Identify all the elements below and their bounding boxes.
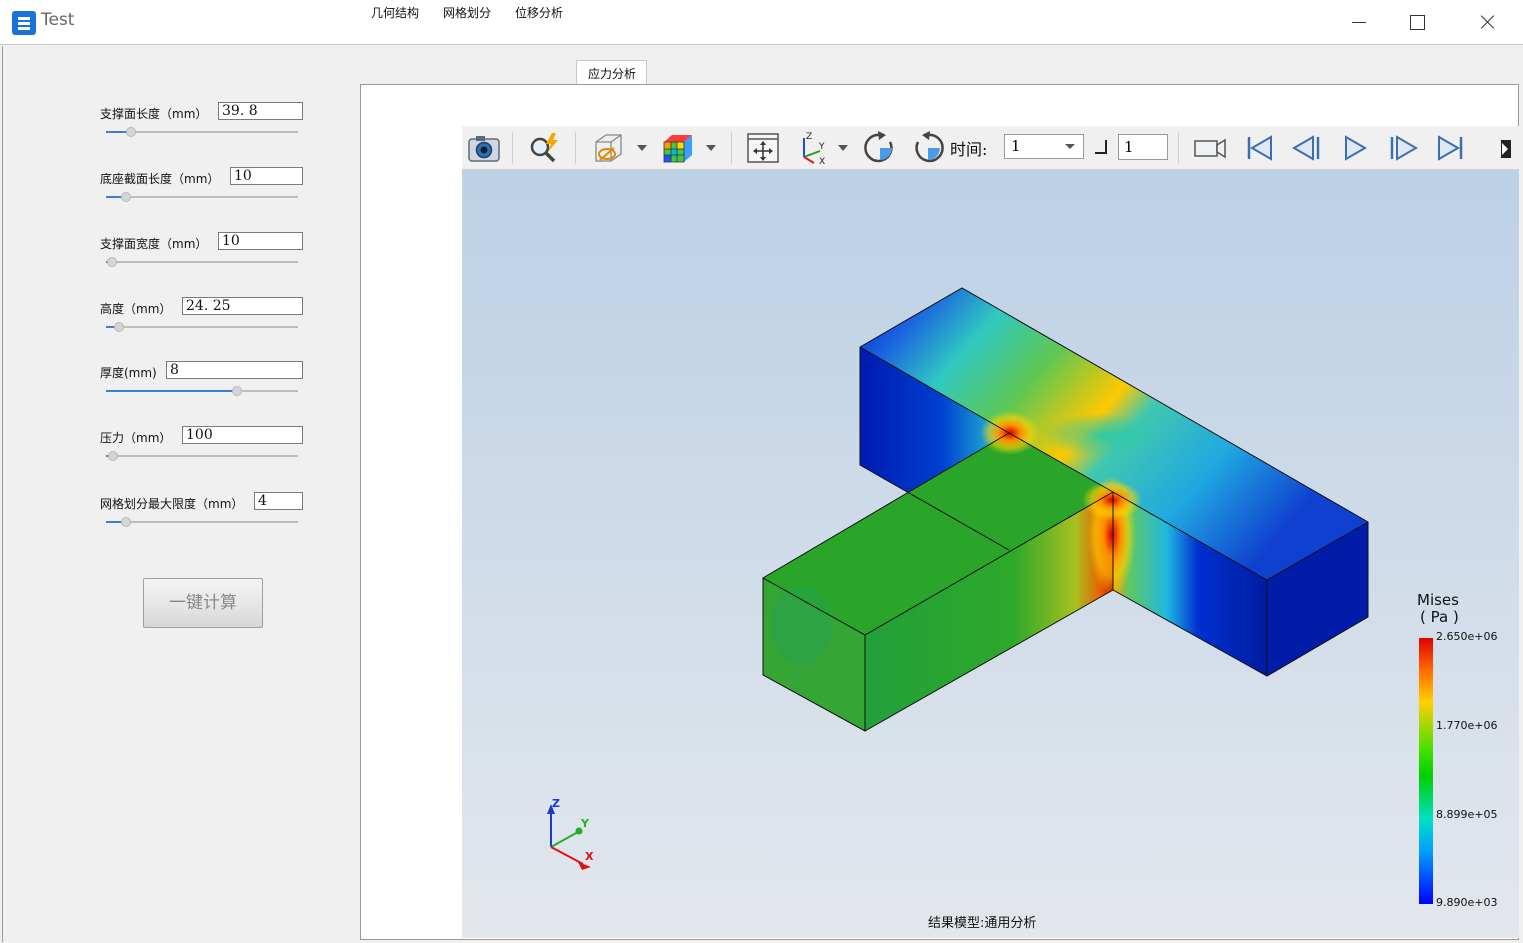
color-scale-bar xyxy=(1419,638,1433,904)
toolbar-overflow-icon[interactable] xyxy=(1497,130,1513,166)
tab-mesh[interactable]: 网格划分 xyxy=(443,0,491,24)
legend-unit: ( Pa ) xyxy=(1420,608,1459,626)
slider-thumb[interactable] xyxy=(121,517,131,527)
prev-frame-icon[interactable] xyxy=(1289,130,1325,166)
support-width-slider[interactable] xyxy=(106,257,298,267)
param-label: 底座截面长度（mm） xyxy=(100,172,220,186)
axis-z-label: Z xyxy=(552,797,560,810)
svg-text:X: X xyxy=(819,157,825,166)
thickness-input[interactable]: 8 xyxy=(166,361,303,379)
height-input[interactable]: 24. 25 xyxy=(182,297,303,315)
legend-tick-max: 2.650e+06 xyxy=(1436,630,1498,643)
frame-spinbox[interactable]: 1 xyxy=(1118,134,1168,160)
mesh-max-input[interactable]: 4 xyxy=(254,492,303,510)
axis-x-label: X xyxy=(585,850,594,863)
result-model-status: 结果模型:通用分析 xyxy=(928,916,1037,931)
play-icon[interactable] xyxy=(1337,130,1373,166)
next-frame-icon[interactable] xyxy=(1385,130,1421,166)
viewer-toolbar: ZYX xyxy=(462,126,1519,170)
tab-displacement[interactable]: 位移分析 xyxy=(515,0,563,24)
axis-triad-icon: Z Y X xyxy=(547,797,594,870)
one-click-calculate-button[interactable]: 一键计算 xyxy=(143,578,263,628)
slider-thumb[interactable] xyxy=(114,322,124,332)
slider-thumb[interactable] xyxy=(232,386,242,396)
legend-tick: 8.899e+05 xyxy=(1436,808,1498,821)
legend-tick-min: 9.890e+03 xyxy=(1436,896,1498,909)
tab-stress[interactable]: 应力分析 xyxy=(576,60,647,85)
param-support-width: 支撑面宽度（mm） 10 xyxy=(100,232,305,277)
time-label: 时间: xyxy=(950,140,988,159)
app-logo-icon xyxy=(12,11,36,35)
param-label: 厚度(mm) xyxy=(100,366,157,380)
first-frame-icon[interactable] xyxy=(1241,130,1277,166)
support-width-input[interactable]: 10 xyxy=(218,232,303,250)
param-label: 支撑面宽度（mm） xyxy=(100,237,208,251)
last-frame-icon[interactable] xyxy=(1433,130,1469,166)
window-title: Test xyxy=(41,10,75,30)
video-record-icon[interactable] xyxy=(1192,130,1228,166)
axis-y-label: Y xyxy=(580,817,590,830)
param-support-length: 支撑面长度（mm） 39. 8 xyxy=(100,102,305,147)
maximize-button[interactable] xyxy=(1402,8,1432,36)
slider-thumb[interactable] xyxy=(107,257,117,267)
minimize-button[interactable] xyxy=(1344,8,1374,36)
base-length-input[interactable]: 10 xyxy=(230,167,303,185)
param-mesh-max: 网格划分最大限度（mm） 4 xyxy=(100,492,305,537)
fit-view-icon[interactable] xyxy=(745,130,781,166)
legend-tick: 1.770e+06 xyxy=(1436,719,1498,732)
support-length-slider[interactable] xyxy=(106,127,298,137)
rotate-ccw-icon[interactable] xyxy=(910,130,946,166)
query-icon[interactable] xyxy=(526,130,562,166)
param-height: 高度（mm） 24. 25 xyxy=(100,297,305,342)
3d-viewport[interactable]: Z Y X xyxy=(462,170,1519,938)
chevron-down-icon[interactable] xyxy=(706,145,716,151)
thickness-slider[interactable] xyxy=(106,386,298,396)
axis-view-icon[interactable]: ZYX xyxy=(795,130,831,167)
rotate-cw-icon[interactable] xyxy=(862,130,898,166)
legend-title: Mises xyxy=(1417,591,1459,609)
param-label: 高度（mm） xyxy=(100,302,172,316)
slider-thumb[interactable] xyxy=(108,451,118,461)
chevron-down-icon[interactable] xyxy=(838,145,848,151)
support-length-input[interactable]: 39. 8 xyxy=(218,102,303,120)
slider-thumb[interactable] xyxy=(121,192,131,202)
pressure-input[interactable]: 100 xyxy=(182,426,303,444)
contour-cube-icon[interactable] xyxy=(660,130,696,166)
pressure-slider[interactable] xyxy=(106,451,298,461)
tab-geometry[interactable]: 几何结构 xyxy=(371,0,419,24)
base-length-slider[interactable] xyxy=(106,192,298,202)
time-select[interactable]: 1 xyxy=(1004,134,1084,159)
height-slider[interactable] xyxy=(106,322,298,332)
param-base-length: 底座截面长度（mm） 10 xyxy=(100,167,305,212)
param-thickness: 厚度(mm) 8 xyxy=(100,361,305,406)
chevron-down-icon[interactable] xyxy=(637,145,647,151)
slider-thumb[interactable] xyxy=(126,127,136,137)
param-label: 网格划分最大限度（mm） xyxy=(100,497,244,511)
param-label: 支撑面长度（mm） xyxy=(100,107,208,121)
param-pressure: 压力（mm） 100 xyxy=(100,426,305,471)
stress-model: Z Y X xyxy=(547,287,1369,870)
svg-text:Z: Z xyxy=(806,132,812,142)
display-mode-icon[interactable] xyxy=(590,130,626,166)
close-button[interactable] xyxy=(1473,8,1503,36)
param-label: 压力（mm） xyxy=(100,431,172,445)
title-bar: Test xyxy=(0,0,1523,45)
mesh-max-slider[interactable] xyxy=(106,517,298,527)
frame-marker-icon xyxy=(1095,140,1107,154)
svg-text:Y: Y xyxy=(818,142,825,152)
camera-icon[interactable] xyxy=(466,130,502,166)
